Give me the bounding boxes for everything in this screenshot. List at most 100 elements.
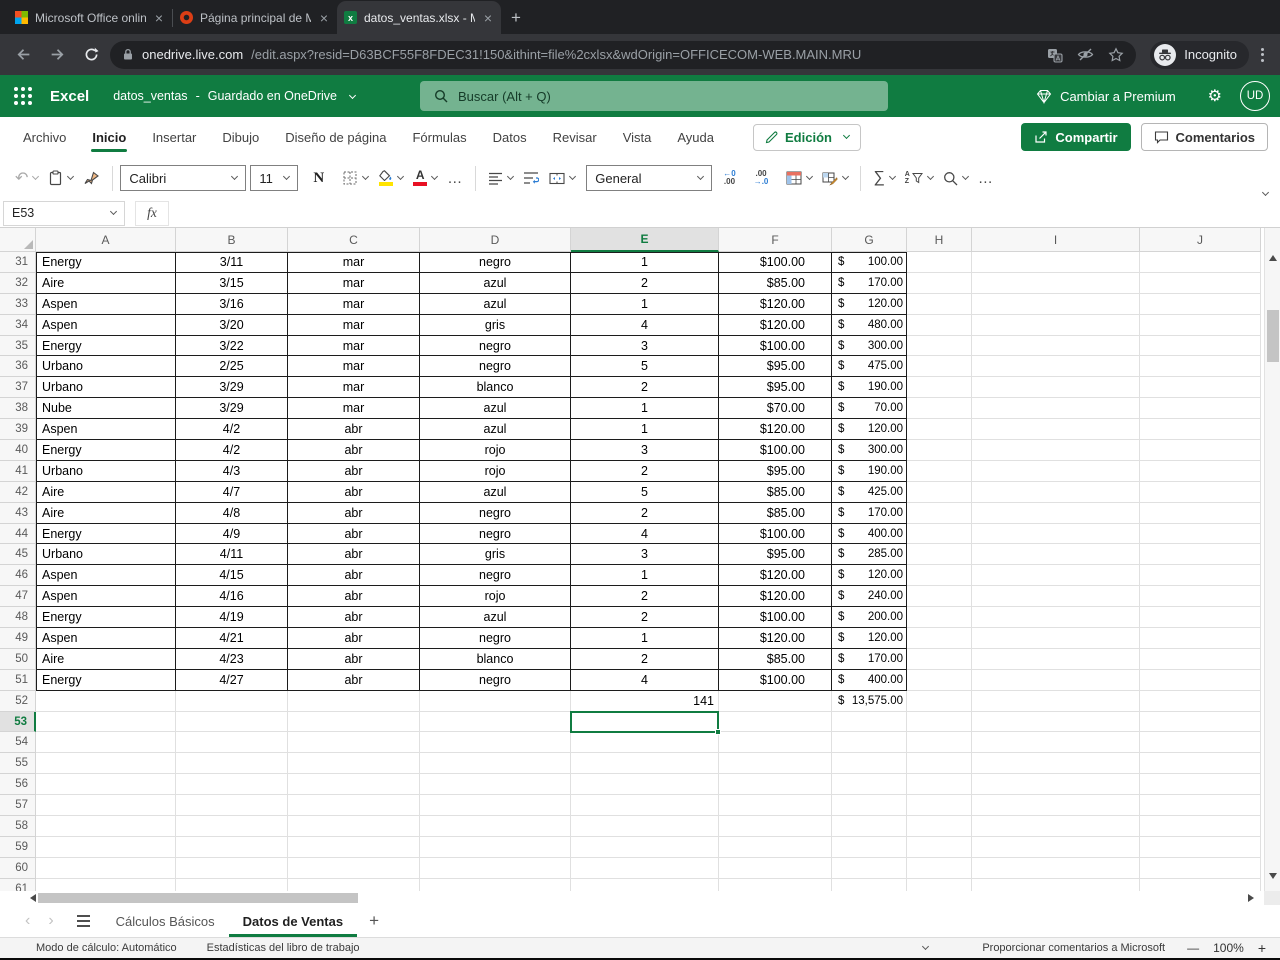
cell-C47[interactable]: abr — [288, 586, 420, 608]
ribbon-tab-vista[interactable]: Vista — [610, 117, 665, 157]
cell-C43[interactable]: abr — [288, 502, 420, 524]
cell-A47[interactable]: Aspen — [36, 586, 176, 608]
cell-C41[interactable]: abr — [288, 460, 420, 482]
cell-B45[interactable]: 4/11 — [176, 544, 288, 566]
row-header-48[interactable]: 48 — [0, 607, 36, 629]
cell-C60[interactable] — [288, 857, 420, 879]
select-all-corner[interactable] — [0, 228, 36, 252]
cell-H60[interactable] — [907, 857, 972, 879]
cell-A43[interactable]: Aire — [36, 502, 176, 524]
settings-gear-icon[interactable]: ⚙ — [1200, 86, 1230, 106]
cell-I47[interactable] — [972, 586, 1140, 608]
row-header-44[interactable]: 44 — [0, 523, 36, 545]
row-header-61[interactable]: 61 — [0, 878, 36, 891]
cell-E48[interactable]: 2 — [571, 607, 719, 629]
cell-B58[interactable] — [176, 816, 288, 837]
cell-E40[interactable]: 3 — [571, 440, 719, 461]
cell-G35[interactable]: $300.00 — [832, 335, 907, 357]
decrease-decimal-button[interactable]: ←0 .00 — [718, 162, 740, 194]
new-tab-button[interactable]: + — [511, 8, 521, 28]
cell-J57[interactable] — [1140, 795, 1261, 817]
cell-J43[interactable] — [1140, 502, 1261, 524]
cell-F53[interactable] — [719, 711, 832, 733]
cell-I52[interactable] — [972, 690, 1140, 712]
cell-H39[interactable] — [907, 419, 972, 441]
cell-B50[interactable]: 4/23 — [176, 648, 288, 670]
row-header-33[interactable]: 33 — [0, 293, 36, 315]
cell-D44[interactable]: negro — [420, 523, 571, 545]
cell-B55[interactable] — [176, 753, 288, 775]
cell-D50[interactable]: blanco — [420, 648, 571, 670]
cell-G43[interactable]: $170.00 — [832, 502, 907, 524]
cell-B37[interactable]: 3/29 — [176, 377, 288, 399]
cell-H45[interactable] — [907, 544, 972, 566]
cell-H54[interactable] — [907, 732, 972, 754]
cell-G54[interactable] — [832, 732, 907, 754]
horizontal-scroll-thumb[interactable] — [38, 893, 358, 903]
cell-H57[interactable] — [907, 795, 972, 817]
formula-input[interactable] — [173, 201, 1276, 226]
row-header-43[interactable]: 43 — [0, 502, 36, 524]
cell-F57[interactable] — [719, 795, 832, 817]
cell-C51[interactable]: abr — [288, 669, 420, 691]
cell-B56[interactable] — [176, 774, 288, 796]
cell-E44[interactable]: 4 — [571, 523, 719, 545]
row-header-46[interactable]: 46 — [0, 565, 36, 587]
row-header-41[interactable]: 41 — [0, 460, 36, 482]
cell-I50[interactable] — [972, 648, 1140, 670]
cell-H47[interactable] — [907, 586, 972, 608]
cell-E38[interactable]: 1 — [571, 398, 719, 420]
cell-E56[interactable] — [571, 774, 719, 796]
cell-C38[interactable]: mar — [288, 398, 420, 420]
cell-D56[interactable] — [420, 774, 571, 796]
merge-cells-button[interactable] — [544, 162, 580, 194]
cell-E54[interactable] — [571, 732, 719, 754]
cell-I61[interactable] — [972, 878, 1140, 891]
cell-C44[interactable]: abr — [288, 523, 420, 545]
cell-J37[interactable] — [1140, 377, 1261, 399]
cell-A59[interactable] — [36, 836, 176, 858]
ribbon-tab-dibujo[interactable]: Dibujo — [209, 117, 272, 157]
cell-A38[interactable]: Nube — [36, 398, 176, 420]
font-name-select[interactable]: Calibri — [120, 165, 247, 191]
cell-B60[interactable] — [176, 857, 288, 879]
cell-G50[interactable]: $170.00 — [832, 648, 907, 670]
cell-G49[interactable]: $120.00 — [832, 628, 907, 649]
cell-B34[interactable]: 3/20 — [176, 314, 288, 336]
cell-B33[interactable]: 3/16 — [176, 293, 288, 315]
cell-F37[interactable]: $95.00 — [719, 377, 832, 399]
cell-J55[interactable] — [1140, 753, 1261, 775]
all-sheets-menu-icon[interactable] — [63, 915, 102, 927]
cell-C39[interactable]: abr — [288, 419, 420, 441]
cell-B35[interactable]: 3/22 — [176, 335, 288, 357]
cell-J59[interactable] — [1140, 836, 1261, 858]
cell-C33[interactable]: mar — [288, 293, 420, 315]
cell-H59[interactable] — [907, 836, 972, 858]
cell-F31[interactable]: $100.00 — [719, 252, 832, 273]
cell-H58[interactable] — [907, 816, 972, 837]
cell-F50[interactable]: $85.00 — [719, 648, 832, 670]
cell-D60[interactable] — [420, 857, 571, 879]
scroll-up-arrow-icon[interactable] — [1269, 255, 1277, 261]
cell-I34[interactable] — [972, 314, 1140, 336]
cell-E51[interactable]: 4 — [571, 669, 719, 691]
cell-F43[interactable]: $85.00 — [719, 502, 832, 524]
column-header-I[interactable]: I — [972, 228, 1140, 252]
sort-filter-button[interactable]: A Z — [900, 162, 938, 194]
cell-C49[interactable]: abr — [288, 628, 420, 649]
cell-B42[interactable]: 4/7 — [176, 481, 288, 503]
cell-E50[interactable]: 2 — [571, 648, 719, 670]
scroll-right-arrow-icon[interactable] — [1248, 894, 1254, 902]
cell-D58[interactable] — [420, 816, 571, 837]
cell-C34[interactable]: mar — [288, 314, 420, 336]
cell-C54[interactable] — [288, 732, 420, 754]
row-header-60[interactable]: 60 — [0, 857, 36, 879]
cell-H51[interactable] — [907, 669, 972, 691]
column-header-G[interactable]: G — [832, 228, 907, 252]
cell-H42[interactable] — [907, 481, 972, 503]
cell-C55[interactable] — [288, 753, 420, 775]
cell-C48[interactable]: abr — [288, 607, 420, 629]
cell-A49[interactable]: Aspen — [36, 628, 176, 649]
comments-button[interactable]: Comentarios — [1140, 123, 1268, 151]
column-header-A[interactable]: A — [36, 228, 176, 252]
